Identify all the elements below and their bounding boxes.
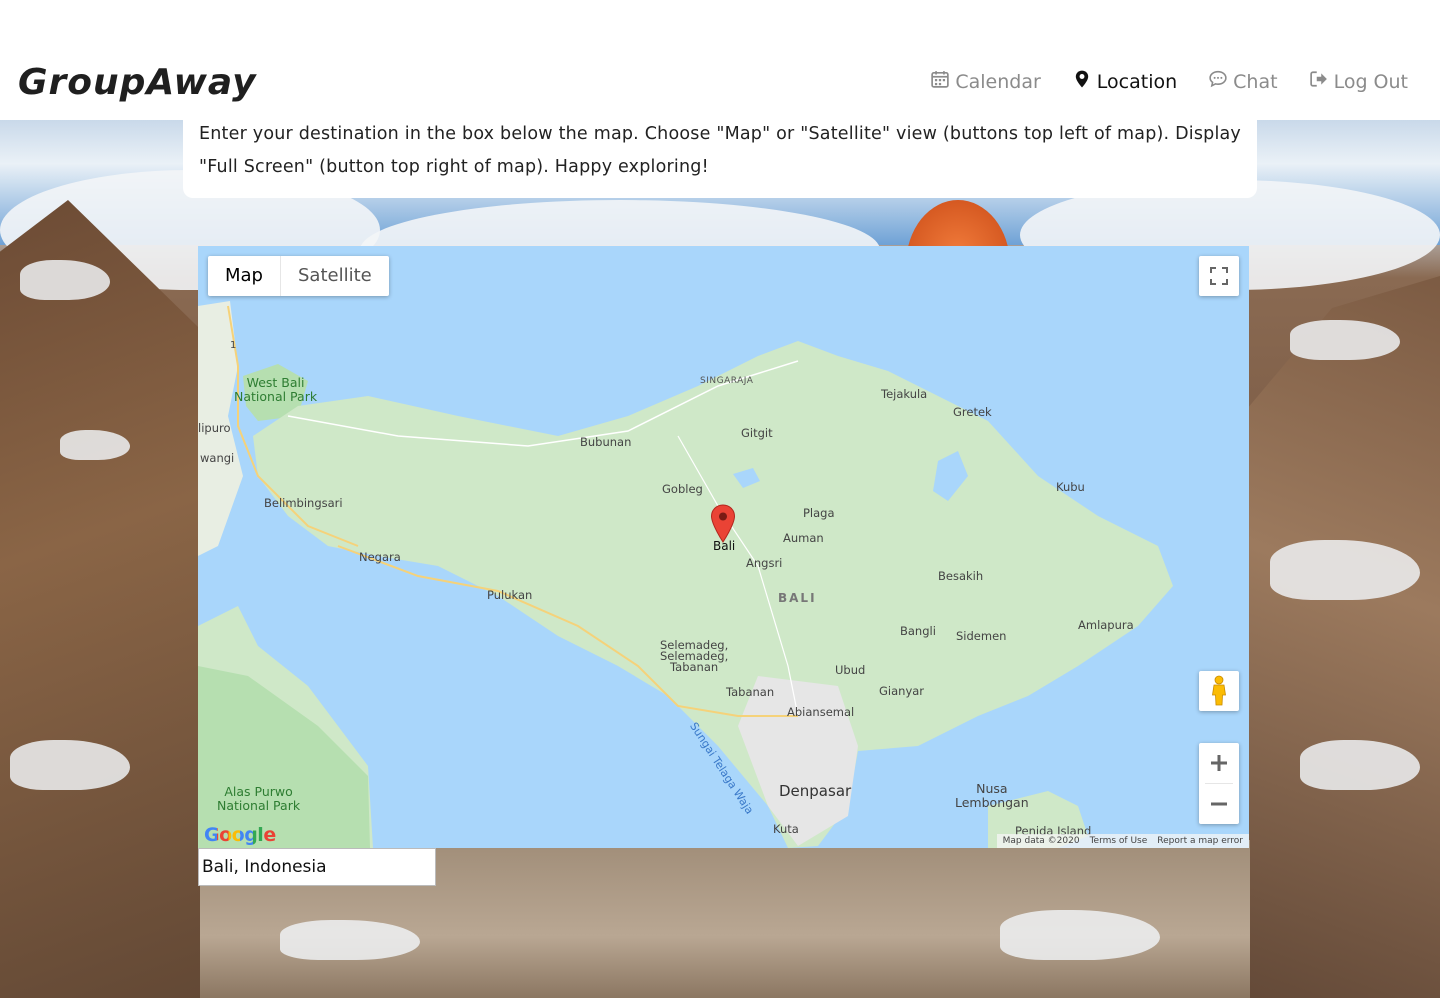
google-map[interactable]: 1 West Bali National Park lipuro wangi S… xyxy=(198,246,1249,848)
map-label-tabanan: Tabanan xyxy=(726,685,775,699)
nav-logout[interactable]: Log Out xyxy=(1309,70,1408,93)
map-label-kuta: Kuta xyxy=(773,822,799,836)
map-label-angsri: Angsri xyxy=(746,556,783,570)
map-label-gretek: Gretek xyxy=(953,405,992,419)
nav-chat[interactable]: Chat xyxy=(1209,70,1278,93)
map-type-satellite-button[interactable]: Satellite xyxy=(280,256,389,296)
nav-links: Calendar Location Chat Log Out xyxy=(931,70,1408,93)
snow-patch xyxy=(280,920,420,960)
map-label-alas-purwo: Alas Purwo National Park xyxy=(217,785,300,813)
map-label-negara: Negara xyxy=(359,550,401,564)
destination-input[interactable] xyxy=(198,848,436,886)
snow-patch xyxy=(10,740,130,790)
map-label-bubunan: Bubunan xyxy=(580,435,632,449)
bali-island xyxy=(253,341,1173,848)
location-marker[interactable]: Bali xyxy=(710,504,736,553)
chat-icon xyxy=(1209,70,1227,93)
pegman-icon xyxy=(1212,675,1226,706)
map-label-west-bali-line1: West Bali xyxy=(246,375,305,390)
nav-calendar-label: Calendar xyxy=(955,70,1041,93)
plus-icon xyxy=(1211,755,1227,771)
map-label-lipuro: lipuro xyxy=(198,421,231,435)
zoom-out-button[interactable] xyxy=(1199,784,1239,824)
map-label-tejakula: Tejakula xyxy=(881,387,928,401)
map-label-plaga: Plaga xyxy=(803,506,835,520)
calendar-icon xyxy=(931,70,950,93)
navbar: GroupAway Calendar Location Chat Log Out xyxy=(0,0,1440,120)
map-label-nusa-line1: Nusa xyxy=(976,781,1008,796)
map-label-kubu: Kubu xyxy=(1056,480,1085,494)
map-label-selemadeg: Selemadeg, Selemadeg, Tabanan xyxy=(660,639,728,674)
instructions-card: Enter your destination in the box below … xyxy=(183,112,1257,198)
nav-location-label: Location xyxy=(1096,70,1178,93)
report-error-link[interactable]: Report a map error xyxy=(1157,834,1243,848)
snow-patch xyxy=(1000,910,1160,960)
map-attribution: Map data ©2020 Terms of Use Report a map… xyxy=(996,834,1249,848)
nav-calendar[interactable]: Calendar xyxy=(931,70,1041,93)
map-label-besakih: Besakih xyxy=(938,569,984,583)
map-label-alas-line2: National Park xyxy=(217,798,301,813)
map-label-west-bali-line2: National Park xyxy=(234,389,318,404)
map-label-pulukan: Pulukan xyxy=(487,588,533,602)
map-label-amlapura: Amlapura xyxy=(1078,618,1134,632)
map-pin-icon xyxy=(710,504,736,543)
instructions-text: Enter your destination in the box below … xyxy=(199,124,1241,177)
snow-patch xyxy=(1300,740,1420,790)
nav-logout-label: Log Out xyxy=(1333,70,1408,93)
terms-link[interactable]: Terms of Use xyxy=(1090,834,1148,848)
zoom-in-button[interactable] xyxy=(1199,743,1239,783)
minus-icon xyxy=(1211,802,1227,806)
map-label-wangi: wangi xyxy=(200,451,235,465)
map-type-control: Map Satellite xyxy=(208,256,389,296)
nav-location[interactable]: Location xyxy=(1073,70,1177,93)
map-marker-icon xyxy=(1073,70,1091,93)
map-label-singaraja: SINGARAJA xyxy=(700,376,754,386)
map-label-alas-line1: Alas Purwo xyxy=(224,784,293,799)
map-label-nusa-lembongan: Nusa Lembongan xyxy=(955,782,1029,810)
map-label-abiansemal: Abiansemal xyxy=(787,705,855,719)
map-label-bali-region: BALI xyxy=(778,591,817,605)
map-label-nusa-line2: Lembongan xyxy=(955,795,1029,810)
fullscreen-icon xyxy=(1210,267,1228,285)
map-label-bangli: Bangli xyxy=(900,624,936,638)
marker-label: Bali xyxy=(713,539,736,553)
snow-patch xyxy=(20,260,110,300)
map-label-gitgit: Gitgit xyxy=(741,426,773,440)
map-label-ubud: Ubud xyxy=(835,663,866,677)
street-view-pegman[interactable] xyxy=(1199,671,1239,711)
map-label-belimbingsari: Belimbingsari xyxy=(264,496,343,510)
map-label-gobleg: Gobleg xyxy=(662,482,703,496)
google-logo[interactable]: Google xyxy=(204,824,276,846)
map-label-sidemen: Sidemen xyxy=(956,629,1007,643)
map-label-west-bali: West Bali National Park xyxy=(234,376,317,404)
map-road-number: 1 xyxy=(230,340,237,351)
zoom-control xyxy=(1199,743,1239,824)
sign-out-icon xyxy=(1309,70,1328,93)
fullscreen-button[interactable] xyxy=(1199,256,1239,296)
map-label-auman: Auman xyxy=(783,531,824,545)
google-logo-text: Google xyxy=(204,824,276,846)
brand-logo[interactable]: GroupAway xyxy=(18,62,257,103)
snow-patch xyxy=(60,430,130,460)
map-type-map-button[interactable]: Map xyxy=(208,256,280,296)
map-label-denpasar: Denpasar xyxy=(779,782,852,800)
map-data-text: Map data ©2020 xyxy=(1002,836,1080,846)
nav-chat-label: Chat xyxy=(1233,70,1278,93)
snow-patch xyxy=(1290,320,1400,360)
map-label-selemadeg-line3: Tabanan xyxy=(670,660,719,674)
bali-urban-area xyxy=(738,676,858,846)
map-label-gianyar: Gianyar xyxy=(879,684,925,698)
